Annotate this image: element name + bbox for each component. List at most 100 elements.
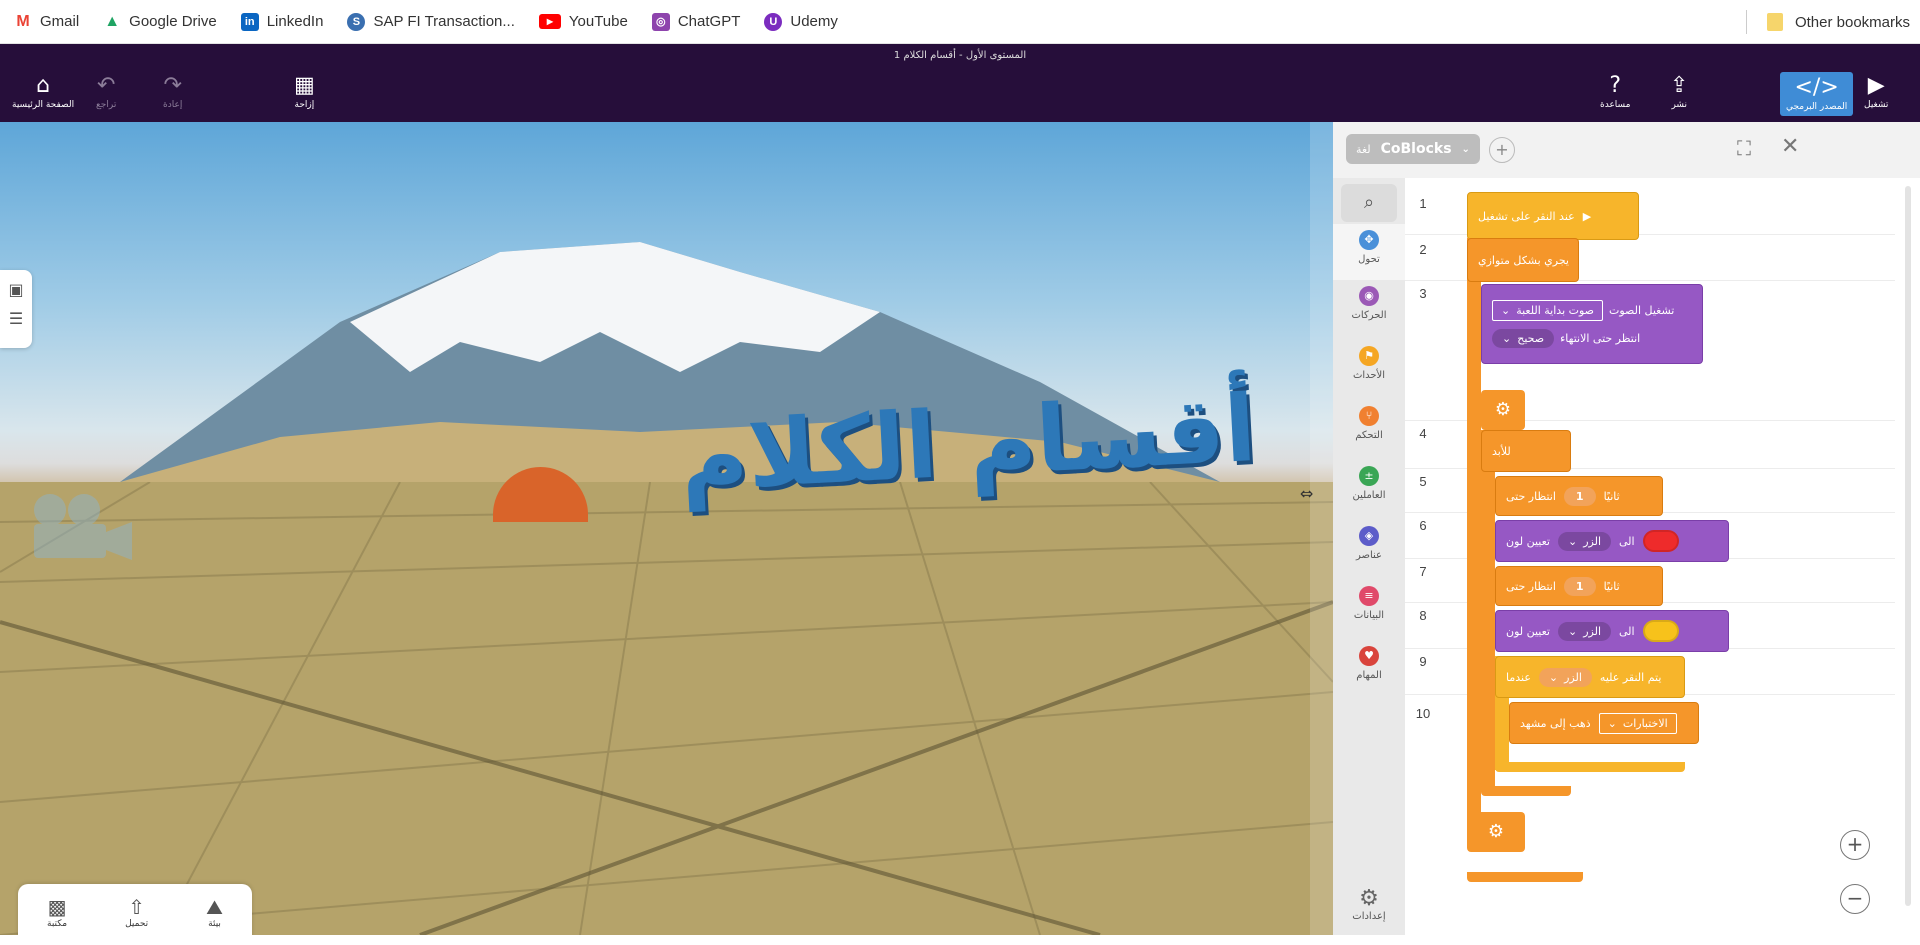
settings-button[interactable]: ⚙ إعدادات (1333, 886, 1405, 922)
library-button[interactable]: ▩ مكتبة (47, 895, 67, 929)
bookmark-youtube[interactable]: ▶ YouTube (538, 13, 628, 30)
grid-icon: ▦ (294, 73, 315, 98)
line-number: 3 (1419, 286, 1427, 301)
app-toolbar: المستوى الأول - أقسام الكلام 1 ⌂ الصفحة ا… (0, 44, 1920, 122)
line-number: 8 (1419, 608, 1427, 623)
forever-block[interactable]: للأبد (1481, 430, 1571, 472)
scene-viewport[interactable]: أقسام الكلام ▣ ☰ ▩ مكتبة ⇧ تحميل ⛰ بيئة (0, 122, 1333, 935)
redo-button[interactable]: ↷ إعادة (163, 73, 182, 111)
environment-button[interactable]: ⛰ بيئة (206, 895, 223, 929)
play-icon: ▶ (1867, 73, 1885, 98)
resize-icon[interactable]: ⇔ (1300, 484, 1313, 503)
line-number: 6 (1419, 518, 1427, 533)
set-color-block[interactable]: تعيين لون الزر ⌄ الى (1495, 610, 1729, 652)
line-number: 5 (1419, 474, 1427, 489)
category-control[interactable]: ⑂ التحكم (1333, 406, 1405, 441)
share-button[interactable]: ⇪ نشر (1670, 73, 1689, 111)
forever-block-arm (1481, 430, 1495, 786)
upload-button[interactable]: ⇧ تحميل (125, 895, 148, 929)
zoom-in-button[interactable]: + (1840, 830, 1870, 860)
play-button[interactable]: ▶ تشغيل (1864, 73, 1888, 111)
line-number: 2 (1419, 242, 1427, 257)
parallel-block-arm (1467, 238, 1481, 838)
share-icon: ⇪ (1670, 73, 1689, 98)
eye-icon: ◉ (1359, 286, 1379, 306)
category-operators[interactable]: ± العاملين (1333, 466, 1405, 501)
when-block-foot (1495, 762, 1685, 772)
code-button[interactable]: </> المصدر البرمجي (1780, 72, 1854, 116)
set-color-block[interactable]: تعيين لون الزر ⌄ الى (1495, 520, 1729, 562)
zoom-out-button[interactable]: − (1840, 884, 1870, 914)
fullscreen-icon[interactable]: ⛶ (1737, 136, 1751, 160)
chevron-down-icon: ⌄ (1461, 143, 1470, 155)
target-select[interactable]: الزر ⌄ (1558, 621, 1612, 641)
undo-button[interactable]: ↶ تراجع (96, 73, 116, 111)
sound-select[interactable]: صوت بداية اللعبة ⌄ (1492, 300, 1604, 321)
udemy-icon: U (764, 12, 783, 31)
category-motions[interactable]: ◉ الحركات (1333, 286, 1405, 321)
language-select[interactable]: لغة CoBlocks ⌄ (1346, 134, 1480, 164)
code-workspace[interactable]: 1 2 3 4 5 6 7 8 9 10 عند النقر على تشغيل… (1405, 178, 1920, 935)
code-panel: لغة CoBlocks ⌄ + ⛶ ✕ ⌕ ✥ تحول ◉ الحركات ⚑ الأ… (1333, 122, 1920, 935)
wait-end-select[interactable]: صحيح ⌄ (1492, 329, 1555, 348)
search-icon[interactable]: ⌕ (1341, 184, 1397, 222)
category-events[interactable]: ⚑ الأحداث (1333, 346, 1405, 381)
category-data[interactable]: ≡ البيانات (1333, 586, 1405, 621)
list-icon[interactable]: ☰ (0, 309, 32, 328)
other-bookmarks[interactable]: Other bookmarks (1766, 0, 1910, 44)
parallel-settings-gear[interactable]: ⚙ (1481, 390, 1525, 430)
linkedin-icon: in (240, 12, 259, 31)
operators-icon: ± (1359, 466, 1379, 486)
play-sound-row: تشغيل الصوت صوت بداية اللعبة ⌄ (1492, 300, 1674, 321)
line-number: 4 (1419, 426, 1427, 441)
scene-bottom-tools: ▩ مكتبة ⇧ تحميل ⛰ بيئة (18, 884, 252, 935)
scene-select[interactable]: الاختبارات ⌄ (1598, 712, 1677, 734)
home-button[interactable]: ⌂ الصفحة الرئيسية (12, 73, 74, 111)
line-number: 10 (1415, 706, 1431, 721)
parallel-block[interactable]: يجري بشكل متوازي (1467, 238, 1579, 282)
help-icon: ? (1609, 73, 1622, 98)
wait-end-row: انتظر حتى الانتهاء صحيح ⌄ (1492, 329, 1640, 348)
color-swatch-yellow[interactable] (1642, 620, 1679, 642)
category-functions[interactable]: ♥ المهام (1333, 646, 1405, 681)
gear-icon: ⚙ (1494, 399, 1512, 420)
close-icon[interactable]: ✕ (1781, 134, 1799, 159)
when-clicked-block[interactable]: عندما الزر ⌄ يتم النقر عليه (1495, 656, 1685, 698)
on-play-block[interactable]: عند النقر على تشغيل ▶ (1467, 192, 1639, 240)
bookmark-chatgpt[interactable]: ◎ ChatGPT (651, 12, 740, 31)
category-transform[interactable]: ✥ تحول (1333, 224, 1405, 280)
play-sound-block[interactable]: تشغيل الصوت صوت بداية اللعبة ⌄ انتظر حتى … (1481, 284, 1703, 364)
panel-splitter[interactable] (1310, 122, 1333, 935)
category-items[interactable]: ◈ عناصر (1333, 526, 1405, 561)
camera-icon[interactable] (26, 492, 134, 566)
functions-icon: ♥ (1359, 646, 1379, 666)
color-swatch-red[interactable] (1642, 530, 1679, 552)
workspace-scrollbar[interactable] (1905, 186, 1911, 906)
home-icon: ⌂ (36, 73, 51, 98)
chevron-down-icon: ⌄ (1501, 304, 1511, 317)
redo-icon: ↷ (163, 73, 182, 98)
help-button[interactable]: ? مساعدة (1600, 73, 1630, 111)
gallery-icon[interactable]: ▣ (0, 280, 32, 299)
upload-icon: ⇧ (128, 895, 145, 919)
bookmark-gmail[interactable]: M Gmail (14, 12, 79, 31)
add-tab-button[interactable]: + (1489, 137, 1515, 163)
wait-block[interactable]: انتظار حتى 1 ثانيًا (1495, 566, 1663, 606)
undo-icon: ↶ (96, 73, 116, 98)
bookmark-google-drive[interactable]: ▲ Google Drive (103, 12, 217, 31)
wait-block[interactable]: انتظار حتى 1 ثانيًا (1495, 476, 1663, 516)
move-icon: ✥ (1359, 230, 1379, 250)
bookmark-linkedin[interactable]: in LinkedIn (240, 12, 323, 31)
layout-button[interactable]: ▦ إزاحة (294, 73, 315, 111)
when-target-select[interactable]: الزر ⌄ (1538, 667, 1592, 687)
parallel-block-foot (1467, 872, 1583, 882)
event-icon: ⚑ (1359, 346, 1379, 366)
program-settings-gear[interactable]: ⚙ (1467, 812, 1525, 852)
bookmark-sap[interactable]: S SAP FI Transaction... (347, 12, 515, 31)
chevron-down-icon: ⌄ (1568, 624, 1578, 638)
goto-scene-block[interactable]: ذهب إلى مشهد الاختبارات ⌄ (1509, 702, 1699, 744)
bookmark-udemy[interactable]: U Udemy (764, 12, 838, 31)
forever-block-foot (1481, 786, 1571, 796)
gear-icon: ⚙ (1487, 821, 1505, 842)
target-select[interactable]: الزر ⌄ (1558, 531, 1612, 551)
